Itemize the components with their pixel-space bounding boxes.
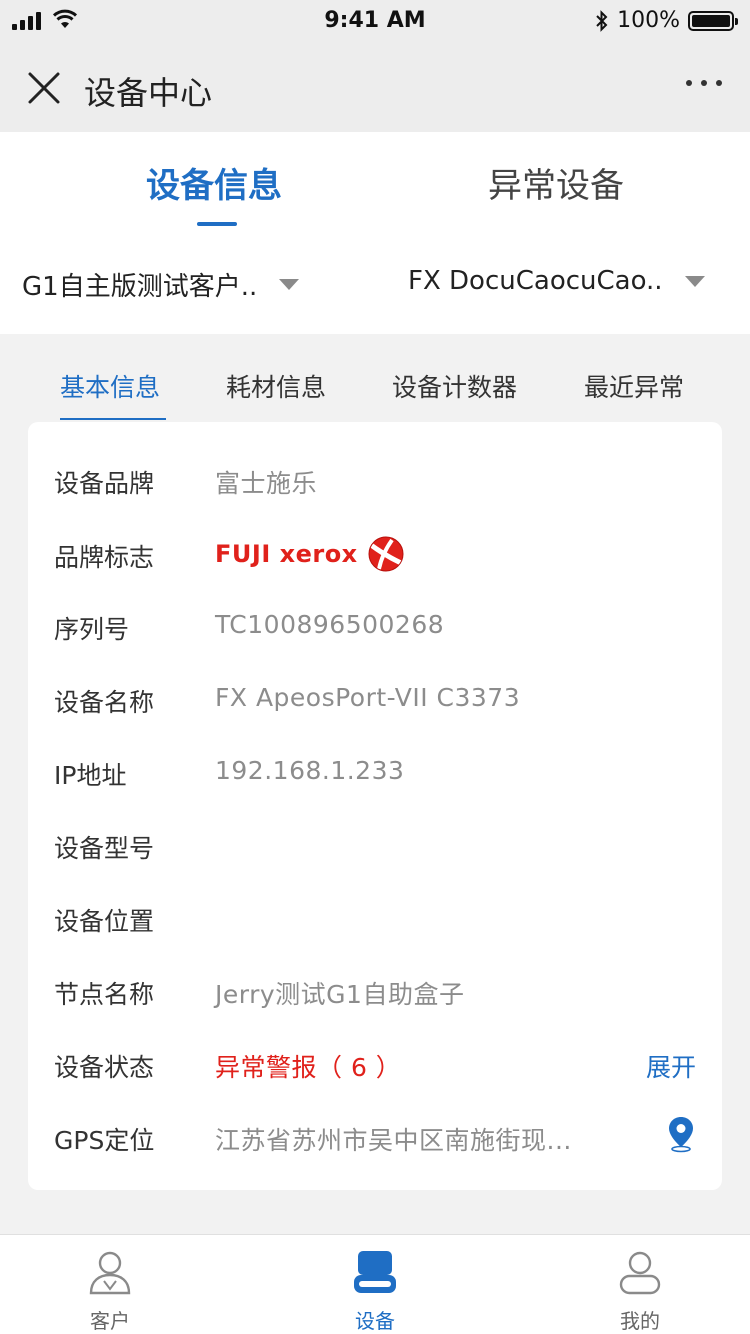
subtab-consumables[interactable]: 耗材信息	[226, 368, 326, 404]
node-value: Jerry测试G1自助盒子	[215, 980, 465, 1009]
tabbar-customers[interactable]: 客户	[50, 1249, 170, 1334]
subtab-recent-alerts[interactable]: 最近异常	[584, 368, 684, 404]
close-icon[interactable]	[26, 70, 62, 106]
row-location: 设备位置	[28, 892, 722, 952]
row-brand: 设备品牌 富士施乐	[28, 454, 722, 514]
customer-select-value: G1自主版测试客户..	[22, 272, 258, 302]
row-gps: GPS定位 江苏省苏州市吴中区南施街现...	[28, 1111, 722, 1171]
tabbar-mine-label: 我的	[620, 1309, 660, 1333]
active-subtab-indicator	[60, 418, 166, 420]
device-select-value: FX DocuCaocuCao..	[408, 266, 663, 296]
tabbar-customers-label: 客户	[90, 1309, 130, 1333]
row-serial: 序列号 TC100896500268	[28, 600, 722, 660]
device-select[interactable]: FX DocuCaocuCao..	[408, 266, 705, 296]
location-label: 设备位置	[54, 907, 155, 936]
tabbar-mine[interactable]: 我的	[580, 1249, 700, 1334]
active-tab-indicator	[197, 222, 237, 226]
nav-bar: 设备中心	[0, 44, 750, 132]
row-logo: 品牌标志 FUJI xerox	[28, 528, 722, 588]
tab-abnormal-devices[interactable]: 异常设备	[488, 158, 624, 207]
device-info-card: 设备品牌 富士施乐 品牌标志 FUJI xerox 序列号 TC10089650…	[28, 422, 722, 1190]
device-name-value: FX ApeosPort-VII C3373	[215, 683, 521, 712]
logo-label: 品牌标志	[54, 543, 155, 572]
brand-label: 设备品牌	[54, 469, 155, 498]
tab-device-info[interactable]: 设备信息	[146, 158, 282, 207]
user-icon	[89, 1251, 131, 1295]
profile-icon	[619, 1251, 661, 1295]
device-name-label: 设备名称	[54, 688, 155, 717]
gps-value: 江苏省苏州市吴中区南施街现...	[215, 1126, 572, 1155]
ip-label: IP地址	[54, 761, 127, 790]
customer-select[interactable]: G1自主版测试客户..	[22, 266, 300, 303]
status-label: 设备状态	[54, 1053, 155, 1082]
row-node: 节点名称 Jerry测试G1自助盒子	[28, 965, 722, 1025]
subtab-counters[interactable]: 设备计数器	[392, 368, 517, 404]
bluetooth-icon	[596, 9, 608, 32]
row-model: 设备型号	[28, 819, 722, 879]
status-alert-value: 异常警报（ 6 ）	[215, 1053, 402, 1082]
tabbar-devices-label: 设备	[355, 1309, 395, 1333]
serial-value: TC100896500268	[215, 610, 445, 639]
device-icon	[354, 1251, 396, 1293]
brand-value: 富士施乐	[215, 469, 318, 498]
gps-label: GPS定位	[54, 1126, 155, 1155]
more-icon[interactable]	[686, 80, 722, 86]
serial-label: 序列号	[54, 615, 130, 644]
node-label: 节点名称	[54, 980, 155, 1009]
battery-icon	[688, 10, 738, 31]
tabbar-devices[interactable]: 设备	[315, 1249, 435, 1334]
chevron-down-icon	[684, 275, 705, 287]
battery-percent: 100%	[617, 8, 680, 33]
page-title: 设备中心	[84, 74, 213, 112]
expand-button[interactable]: 展开	[646, 1048, 696, 1084]
status-right: 100%	[595, 8, 738, 33]
top-panel: 设备信息 异常设备 G1自主版测试客户.. FX DocuCaocuCao..	[0, 132, 750, 334]
brand-logo: FUJI xerox	[215, 534, 406, 574]
status-bar: 9:41 AM 100%	[0, 0, 750, 44]
location-pin-icon[interactable]	[666, 1115, 696, 1153]
brand-logo-text: FUJI xerox	[215, 540, 358, 568]
subtab-basic-info[interactable]: 基本信息	[60, 368, 160, 404]
row-status: 设备状态 异常警报（ 6 ） 展开	[28, 1038, 722, 1098]
row-ip: IP地址 192.168.1.233	[28, 746, 722, 806]
bottom-tab-bar: 客户 设备 我的	[0, 1234, 750, 1334]
xerox-sphere-icon	[368, 536, 404, 572]
chevron-down-icon	[279, 279, 300, 290]
sub-tabs: 基本信息 耗材信息 设备计数器 最近异常	[0, 334, 750, 424]
row-device-name: 设备名称 FX ApeosPort-VII C3373	[28, 673, 722, 733]
model-label: 设备型号	[54, 834, 155, 863]
ip-value: 192.168.1.233	[215, 756, 405, 785]
